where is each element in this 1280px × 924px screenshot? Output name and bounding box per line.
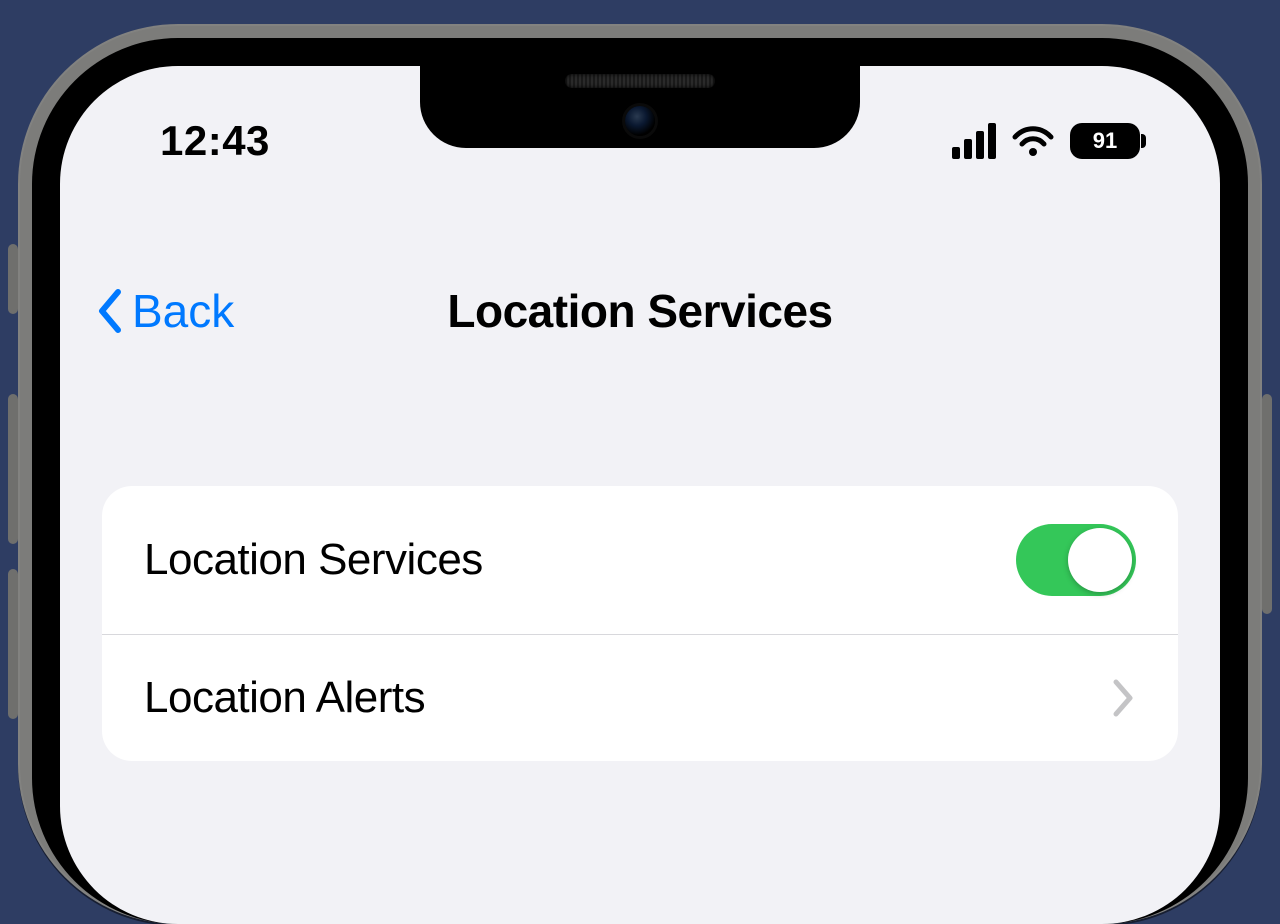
volume-up-button[interactable] [8,394,18,544]
phone-frame: 12:43 91 [18,24,1262,924]
status-indicators: 91 [952,123,1140,159]
mute-switch[interactable] [8,244,18,314]
battery-indicator: 91 [1070,123,1140,159]
row-label: Location Alerts [144,673,425,723]
row-location-alerts[interactable]: Location Alerts [102,634,1178,761]
chevron-right-icon [1112,678,1136,718]
phone-bezel: 12:43 91 [32,38,1248,924]
navigation-bar: Back Location Services [60,266,1220,356]
row-location-services[interactable]: Location Services [102,486,1178,634]
front-camera [625,106,655,136]
speaker-grille [565,74,715,88]
cellular-icon [952,123,996,159]
notch [420,66,860,148]
status-time: 12:43 [160,117,270,165]
screen: 12:43 91 [60,66,1220,924]
power-button[interactable] [1262,394,1272,614]
wifi-icon [1012,124,1054,158]
page-title: Location Services [60,284,1220,338]
battery-level: 91 [1093,128,1117,154]
volume-down-button[interactable] [8,569,18,719]
location-services-toggle[interactable] [1016,524,1136,596]
row-label: Location Services [144,535,483,585]
